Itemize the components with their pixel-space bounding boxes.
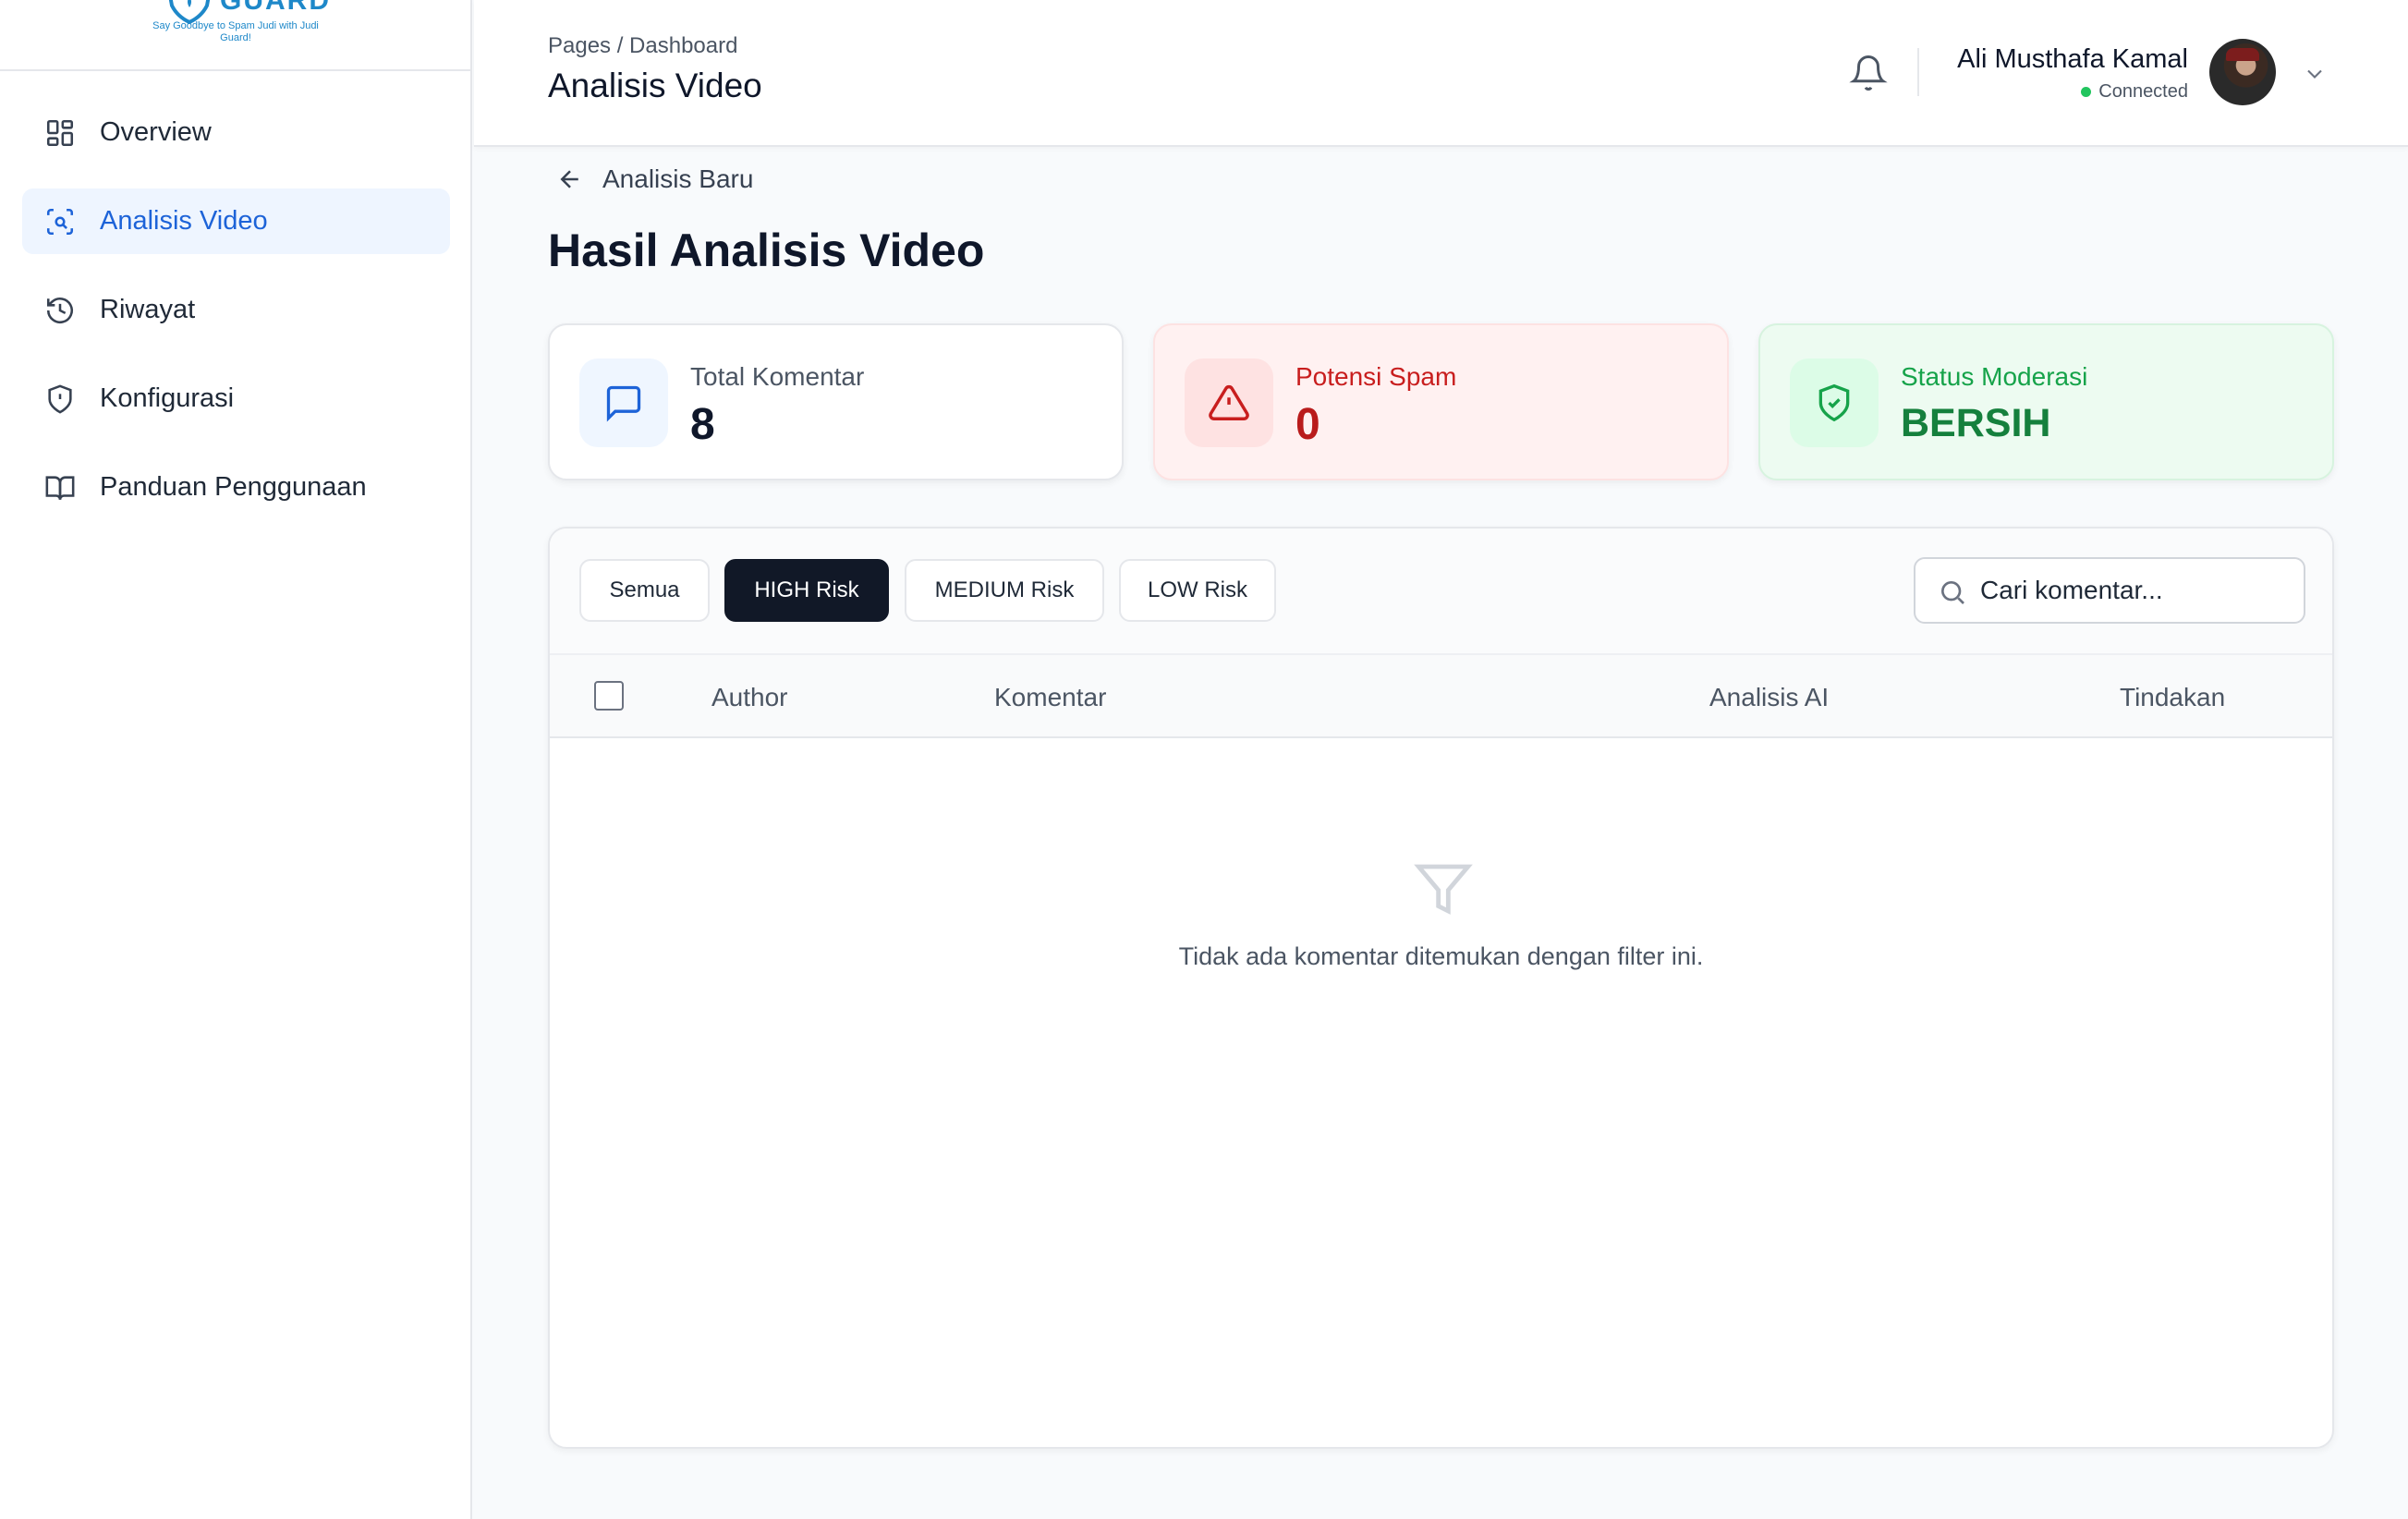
search-input[interactable] (1980, 570, 2294, 611)
stat-label: Potensi Spam (1295, 362, 1457, 391)
sidebar-item-overview[interactable]: Overview (22, 100, 450, 165)
message-square-icon (579, 358, 668, 447)
empty-state-message: Tidak ada komentar ditemukan dengan filt… (1178, 942, 1704, 970)
stat-card-potensi-spam: Potensi Spam 0 (1153, 323, 1729, 480)
back-link-label: Analisis Baru (602, 164, 754, 193)
filter-semua-button[interactable]: Semua (579, 559, 710, 622)
filter-toolbar: Semua HIGH Risk MEDIUM Risk LOW Risk (550, 529, 2332, 655)
chevron-down-icon[interactable] (2302, 61, 2328, 87)
back-link[interactable]: Analisis Baru (556, 164, 753, 194)
book-open-icon (45, 475, 75, 500)
column-analisis-ai: Analisis AI (1709, 683, 1830, 711)
sidebar-item-label: Overview (100, 117, 212, 147)
stat-value: 8 (690, 400, 715, 449)
filter-medium-risk-button[interactable]: MEDIUM Risk (905, 559, 1104, 622)
table-header: Author Komentar Analisis AI Tindakan (550, 655, 2332, 738)
avatar[interactable] (2209, 39, 2276, 105)
sidebar-item-label: Panduan Penggunaan (100, 472, 367, 502)
user-name: Ali Musthafa Kamal (1957, 44, 2188, 74)
column-author: Author (711, 683, 788, 711)
breadcrumb: Pages / Dashboard (548, 33, 738, 58)
search-box (1914, 557, 2305, 624)
page-title: Hasil Analisis Video (548, 225, 985, 276)
brand-name: GUARD (220, 0, 331, 16)
stat-label: Total Komentar (690, 362, 865, 391)
arrow-left-icon (560, 170, 578, 188)
brand-tagline: Say Goodbye to Spam Judi with Judi Guard… (152, 20, 319, 43)
top-header: Pages / Dashboard Analisis Video Ali Mus… (474, 0, 2408, 147)
sidebar: GUARD Say Goodbye to Spam Judi with Judi… (0, 0, 472, 1519)
search-icon (1941, 581, 1964, 604)
brand-logo[interactable]: GUARD Say Goodbye to Spam Judi with Judi… (0, 0, 470, 71)
comments-panel: Semua HIGH Risk MEDIUM Risk LOW Risk Aut… (548, 527, 2334, 1449)
stat-card-total-komentar: Total Komentar 8 (548, 323, 1124, 480)
column-komentar: Komentar (994, 683, 1107, 711)
filter-low-risk-button[interactable]: LOW Risk (1119, 559, 1276, 622)
layout-grid-icon (46, 119, 74, 146)
sidebar-item-label: Riwayat (100, 295, 196, 324)
stat-value: 0 (1295, 400, 1320, 449)
user-status-label: Connected (2098, 81, 2188, 102)
sidebar-nav: Overview Analisis Video Riwayat Konfigur… (22, 100, 450, 543)
header-title: Analisis Video (548, 67, 762, 104)
sidebar-item-panduan-penggunaan[interactable]: Panduan Penggunaan (22, 455, 450, 520)
shield-check-icon (1790, 358, 1879, 447)
stat-card-status-moderasi: Status Moderasi BERSIH (1758, 323, 2334, 480)
user-status: Connected (2081, 81, 2188, 103)
select-all-checkbox[interactable] (594, 681, 624, 711)
shield-alert-icon (48, 383, 72, 414)
stat-label: Status Moderasi (1901, 362, 2088, 391)
sidebar-item-label: Konfigurasi (100, 383, 235, 413)
history-icon (46, 297, 74, 323)
status-dot-icon (2081, 87, 2092, 97)
sidebar-item-analisis-video[interactable]: Analisis Video (22, 188, 450, 254)
stat-value: BERSIH (1901, 401, 2051, 445)
filter-high-risk-button[interactable]: HIGH Risk (724, 559, 889, 622)
sidebar-item-konfigurasi[interactable]: Konfigurasi (22, 366, 450, 431)
header-divider (1917, 48, 1919, 96)
column-tindakan: Tindakan (2120, 683, 2226, 711)
filter-icon (1414, 864, 1473, 915)
alert-triangle-icon (1185, 358, 1273, 447)
sidebar-item-riwayat[interactable]: Riwayat (22, 277, 450, 343)
bell-icon[interactable] (1849, 54, 1888, 92)
scan-search-icon (46, 208, 74, 235)
sidebar-item-label: Analisis Video (100, 206, 268, 236)
